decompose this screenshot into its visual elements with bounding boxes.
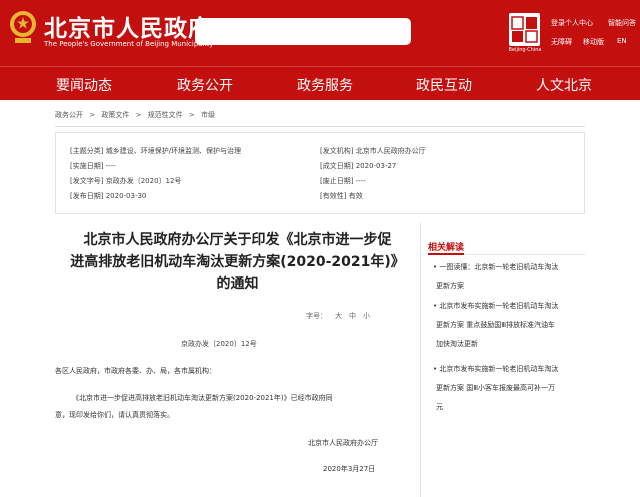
meta-abolish-date: [废止日期] ---- xyxy=(320,177,366,185)
meta-implementation-date: [实施日期] ---- xyxy=(70,162,116,170)
salutation: 各区人民政府，市政府各委、办、局，各市属机构： xyxy=(55,367,216,375)
meta-topic: [主题分类] 城乡建设、环境保护/环境监测、保护与治理 xyxy=(70,147,242,155)
site-title[interactable]: 北京市人民政府 xyxy=(44,9,212,43)
document-number: 京政办发〔2020〕12号 xyxy=(181,340,257,348)
signature-date: 2020年3月27日 xyxy=(323,465,376,473)
body-paragraph-line-2: 意，现印发给你们，请认真贯彻落实。 xyxy=(55,411,174,419)
nav-open-government[interactable]: 政务公开 xyxy=(177,75,233,95)
meta-issuer: [发文机构] 北京市人民政府办公厅 xyxy=(320,147,426,155)
meta-made-date: [成文日期] 2020-03-27 xyxy=(320,162,397,170)
meta-doc-number: [发文字号] 京政办发〔2020〕12号 xyxy=(70,177,182,185)
beijing-seal-logo xyxy=(509,13,540,46)
main-nav: 要闻动态 政务公开 政务服务 政民互动 人文北京 xyxy=(0,66,640,100)
mobile-link[interactable]: 移动版 xyxy=(583,37,604,47)
nav-interaction[interactable]: 政民互动 xyxy=(416,75,472,95)
article-title-line-3: 的通知 xyxy=(216,276,259,292)
related-link-2[interactable]: • 北京市发布实施新一轮老旧机动车淘汰 更新方案 重点鼓励国Ⅲ排放标准汽油车 加… xyxy=(428,297,588,354)
article-title-line-1: 北京市人民政府办公厅关于印发《北京市进一步促 xyxy=(83,232,392,248)
document-metadata: [主题分类] 城乡建设、环境保护/环境监测、保护与治理 [发文机构] 北京市人民… xyxy=(55,132,585,214)
crumb-normative-files[interactable]: 规范性文件 xyxy=(148,111,183,119)
crumb-separator: > xyxy=(188,111,195,119)
site-subtitle: The People's Government of Beijing Munic… xyxy=(44,40,214,48)
accessibility-link[interactable]: 无障碍 xyxy=(551,37,572,47)
breadcrumb: 政务公开 > 政策文件 > 规范性文件 > 市级 xyxy=(55,110,219,120)
font-size-medium-button[interactable]: 中 xyxy=(349,311,356,321)
body-paragraph-line-1: 《北京市进一步促进高排放老旧机动车淘汰更新方案(2020-2021年)》已经市政… xyxy=(72,394,333,402)
assist-link[interactable]: 智能问答 xyxy=(608,18,636,28)
crumb-open-government[interactable]: 政务公开 xyxy=(55,111,83,119)
related-link-3[interactable]: • 北京市发布实施新一轮老旧机动车淘汰 更新方案 国Ⅲ小客车报废最高可补一万 元 xyxy=(428,360,588,417)
signature: 北京市人民政府办公厅 xyxy=(308,439,378,447)
login-link[interactable]: 登录个人中心 xyxy=(551,18,593,28)
related-link-1[interactable]: • 一图读懂：北京新一轮老旧机动车淘汰 更新方案 xyxy=(428,258,588,296)
column-divider xyxy=(420,222,421,497)
seal-caption: Beijing·China xyxy=(508,47,542,53)
nav-services[interactable]: 政务服务 xyxy=(297,75,353,95)
nav-culture[interactable]: 人文北京 xyxy=(536,75,592,95)
divider xyxy=(55,126,585,127)
article-title-line-2: 进高排放老旧机动车淘汰更新方案(2020-2021年)》 xyxy=(70,254,405,270)
meta-validity: [有效性] 有效 xyxy=(320,192,363,200)
crumb-separator: > xyxy=(89,111,96,119)
crumb-policy-files[interactable]: 政策文件 xyxy=(101,111,129,119)
meta-publish-date: [发布日期] 2020-03-30 xyxy=(70,192,147,200)
font-size-small-button[interactable]: 小 xyxy=(363,311,370,321)
crumb-separator: > xyxy=(135,111,142,119)
search-input[interactable] xyxy=(195,18,411,45)
english-link[interactable]: EN xyxy=(617,37,627,45)
related-interpretations-heading: 相关解读 xyxy=(428,243,465,253)
crumb-municipal[interactable]: 市级 xyxy=(201,111,215,119)
site-header: 北京市人民政府 The People's Government of Beiji… xyxy=(0,0,640,66)
nav-news[interactable]: 要闻动态 xyxy=(56,75,112,95)
font-size-large-button[interactable]: 大 xyxy=(335,311,342,321)
heading-underline xyxy=(428,253,464,255)
national-emblem-icon xyxy=(10,11,36,43)
font-size-label: 字号： xyxy=(306,312,327,320)
